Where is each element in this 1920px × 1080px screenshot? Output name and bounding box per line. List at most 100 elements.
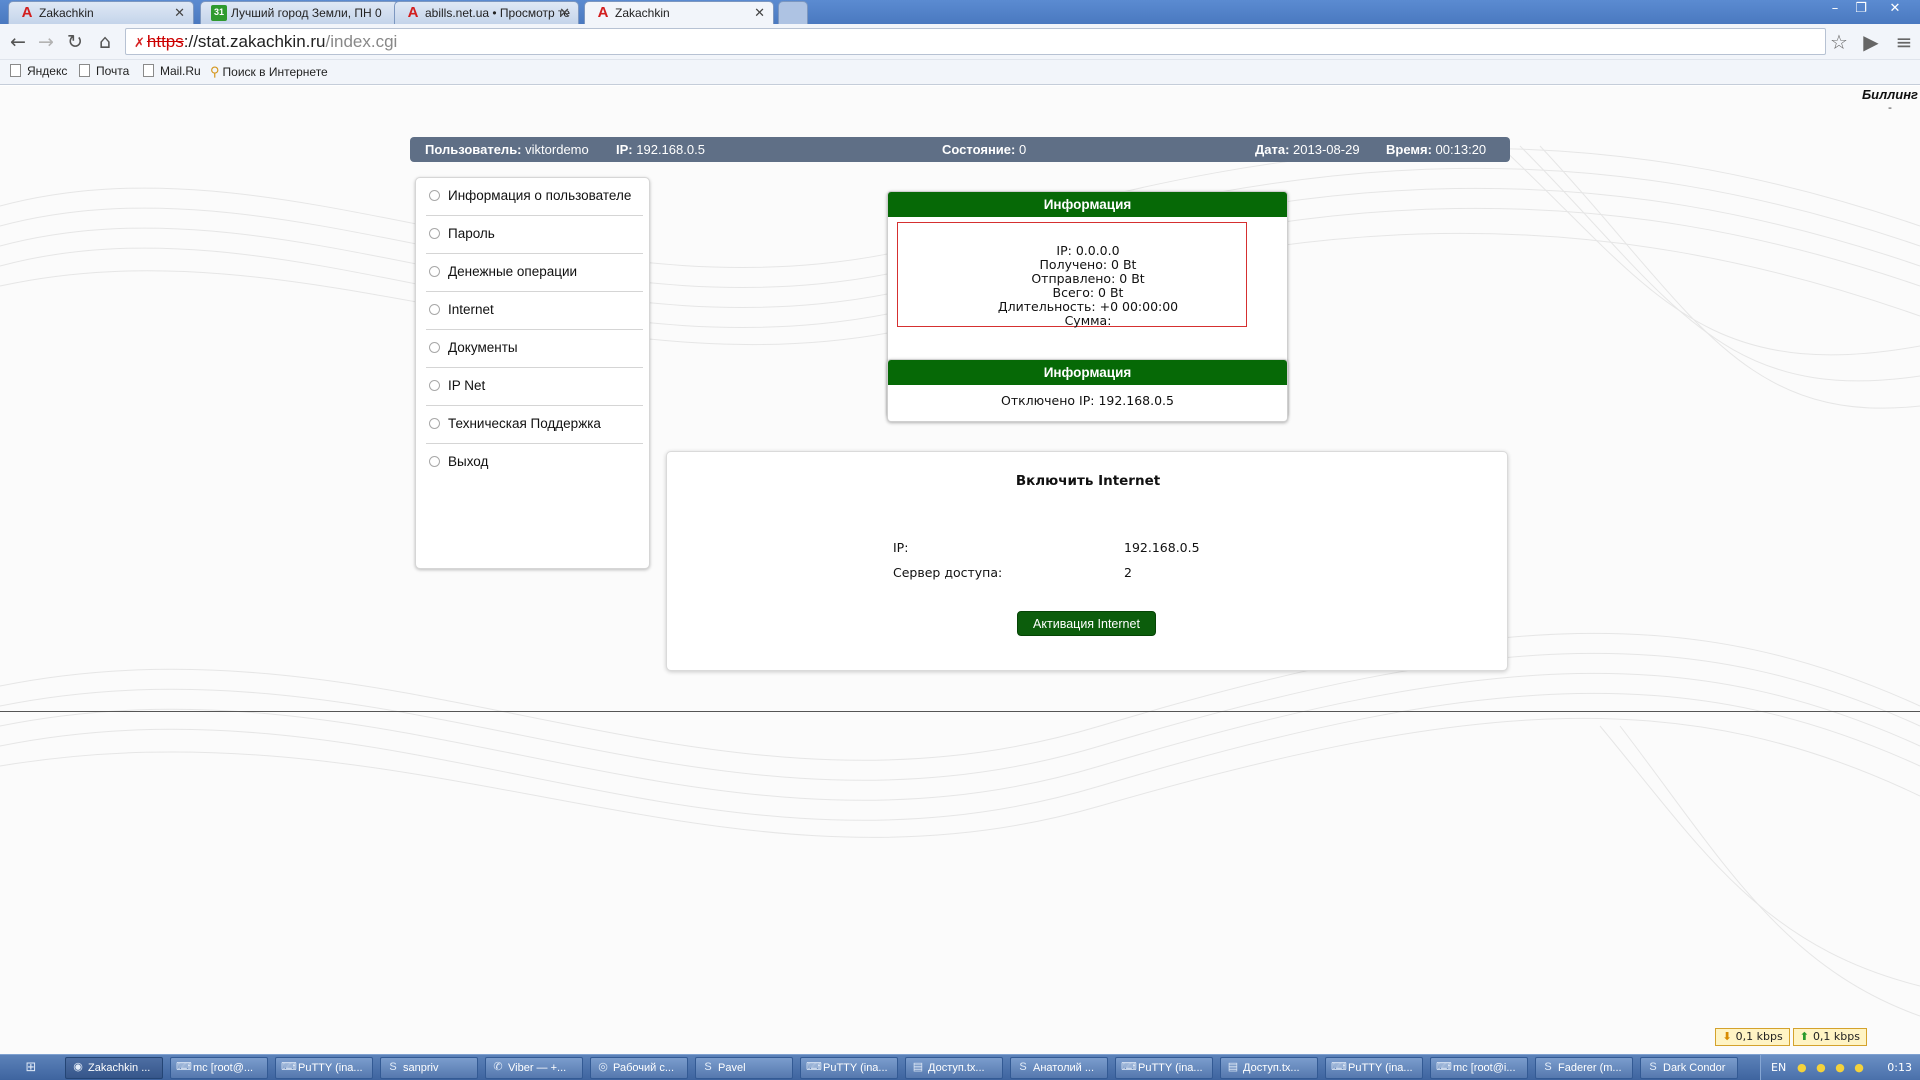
menu-item-documents[interactable]: Документы xyxy=(426,330,643,368)
taskbar-item[interactable]: ⌨ mc [root@i... xyxy=(1430,1057,1528,1079)
close-icon[interactable]: ✕ xyxy=(559,5,570,21)
extension-icon[interactable]: ▶ xyxy=(1860,31,1882,53)
taskbar-item[interactable]: Ssanpriv xyxy=(380,1057,478,1079)
radio-icon xyxy=(429,380,440,391)
abills-logo-icon: A xyxy=(597,4,609,21)
taskbar-item[interactable]: ⌨ mc [root@... xyxy=(170,1057,268,1079)
new-tab-button[interactable] xyxy=(778,1,808,24)
skype-icon: S xyxy=(1019,1061,1027,1073)
browser-toolbar: ← → ↻ ⌂ ✗ https://stat.zakachkin.ru/index… xyxy=(0,24,1920,60)
session-stats: IP: 0.0.0.0 Получено: 0 Bt Отправлено: 0… xyxy=(888,244,1287,328)
tray-icons[interactable]: ● ● ● ● xyxy=(1797,1055,1867,1080)
taskbar-item[interactable]: ▤ Доступ.tx... xyxy=(1220,1057,1318,1079)
taskbar-item[interactable]: ⌨ PuTTY (ina... xyxy=(275,1057,373,1079)
taskbar-item[interactable]: S Faderer (m... xyxy=(1535,1057,1633,1079)
clock[interactable]: 0:13 xyxy=(1887,1055,1912,1080)
home-icon[interactable]: ⌂ xyxy=(93,30,117,54)
putty-icon: ⌨ xyxy=(281,1061,297,1073)
taskbar-item[interactable]: S Анатолий ... xyxy=(1010,1057,1108,1079)
menu-item-user-info[interactable]: Информация о пользователе xyxy=(426,178,643,216)
bookmark-item[interactable]: ⚲ Поиск в Интернете xyxy=(210,64,328,80)
menu-item-ip-net[interactable]: IP Net xyxy=(426,368,643,406)
page-icon xyxy=(10,64,21,77)
language-indicator[interactable]: EN xyxy=(1771,1055,1786,1080)
radio-icon xyxy=(429,418,440,429)
radio-icon xyxy=(429,342,440,353)
tab-title: Zakachkin xyxy=(615,6,670,20)
page-icon xyxy=(143,64,154,77)
tab-title: Лучший город Земли, ПН 0 xyxy=(231,6,382,20)
calendar-icon: 31 xyxy=(211,5,227,21)
upload-speed: ⬆ 0,1 kbps xyxy=(1792,1028,1867,1046)
taskbar-item[interactable]: ⌨ PuTTY (ina... xyxy=(1115,1057,1213,1079)
date-field: Дата: 2013-08-29 xyxy=(1255,142,1360,157)
browser-tab-active[interactable]: A Zakachkin ✕ xyxy=(584,1,774,24)
forward-icon[interactable]: → xyxy=(34,30,58,54)
bookmark-item[interactable]: Mail.Ru xyxy=(143,64,201,78)
menu-item-support[interactable]: Техническая Поддержка xyxy=(426,406,643,444)
bookmark-item[interactable]: Почта xyxy=(79,64,129,78)
minimize-icon[interactable]: – xyxy=(1822,0,1848,18)
stat-duration: Длительность: +0 00:00:00 xyxy=(997,299,1179,314)
back-icon[interactable]: ← xyxy=(6,30,30,54)
download-speed: ⬇ 0,1 kbps xyxy=(1715,1028,1790,1046)
user-field: Пользователь: viktordemo xyxy=(425,142,589,157)
menu-icon[interactable]: ≡ xyxy=(1893,31,1915,53)
activate-internet-button[interactable]: Активация Internet xyxy=(1017,611,1156,636)
browser-tab[interactable]: A abills.net.ua • Просмотр те ✕ xyxy=(394,1,579,24)
taskbar-item[interactable]: ◉ Zakachkin ... xyxy=(65,1057,163,1079)
stat-sent: Отправлено: 0 Bt xyxy=(1031,271,1145,286)
info-box-title: Информация xyxy=(888,192,1287,217)
abills-logo-icon: A xyxy=(407,4,419,21)
menu-item-internet[interactable]: Internet xyxy=(426,292,643,330)
browser-tab[interactable]: 31 Лучший город Земли, ПН 0 xyxy=(200,1,399,24)
notepad-icon: ▤ xyxy=(912,1061,924,1073)
ip-label: IP: xyxy=(893,540,909,555)
skype-icon: S xyxy=(704,1061,712,1073)
bookmark-star-icon[interactable]: ☆ xyxy=(1828,31,1850,53)
menu-item-logout[interactable]: Выход xyxy=(426,444,643,482)
taskbar-item[interactable]: ✆ Viber — +... xyxy=(485,1057,583,1079)
taskbar-item[interactable]: S Pavel xyxy=(695,1057,793,1079)
address-bar[interactable]: ✗ https://stat.zakachkin.ru/index.cgi xyxy=(125,28,1826,55)
access-server-value: 2 xyxy=(1124,565,1132,580)
restore-icon[interactable]: ❐ xyxy=(1848,0,1874,18)
putty-icon: ⌨ xyxy=(1121,1061,1137,1073)
upload-arrow-icon: ⬆ xyxy=(1799,1030,1809,1043)
access-server-label: Сервер доступа: xyxy=(893,565,1003,580)
app-icon: ◎ xyxy=(598,1061,608,1073)
radio-icon xyxy=(429,266,440,277)
taskbar-item[interactable]: ▤ Доступ.tx... xyxy=(905,1057,1003,1079)
taskbar-item[interactable]: ⌨ PuTTY (ina... xyxy=(800,1057,898,1079)
url-path: /index.cgi xyxy=(325,32,398,51)
notepad-icon: ▤ xyxy=(1227,1061,1239,1073)
browser-tab-strip: A Zakachkin ✕ 31 Лучший город Земли, ПН … xyxy=(0,0,1920,24)
system-tray: EN ● ● ● ● 0:13 xyxy=(1760,1055,1920,1080)
abills-logo-icon: A xyxy=(21,4,33,21)
close-icon[interactable]: ✕ xyxy=(174,5,185,21)
radio-icon xyxy=(429,228,440,239)
bookmarks-bar: Яндекс Почта Mail.Ru ⚲ Поиск в Интернете xyxy=(0,60,1920,85)
menu-item-password[interactable]: Пароль xyxy=(426,216,643,254)
radio-icon xyxy=(429,190,440,201)
window-close-icon[interactable]: ✕ xyxy=(1882,0,1908,18)
menu-item-money[interactable]: Денежные операции xyxy=(426,254,643,292)
browser-tab[interactable]: A Zakachkin ✕ xyxy=(8,1,194,24)
skype-icon: S xyxy=(1649,1061,1657,1073)
billing-subtitle: - xyxy=(1888,101,1892,114)
radio-icon xyxy=(429,456,440,467)
state-field: Состояние: 0 xyxy=(942,142,1027,157)
ip-status-text: Отключено IP: 192.168.0.5 xyxy=(1000,393,1174,408)
bookmark-item[interactable]: Яндекс xyxy=(10,64,67,78)
taskbar-item[interactable]: ◎ Рабочий с... xyxy=(590,1057,688,1079)
start-button[interactable]: ⊞ xyxy=(6,1057,56,1079)
close-icon[interactable]: ✕ xyxy=(754,5,765,21)
taskbar-item[interactable]: S Dark Condor xyxy=(1640,1057,1738,1079)
stat-sum: Сумма: xyxy=(1064,313,1112,328)
billing-title: Биллинг xyxy=(1861,87,1918,102)
taskbar-item[interactable]: ⌨ PuTTY (ina... xyxy=(1325,1057,1423,1079)
reload-icon[interactable]: ↻ xyxy=(63,30,87,54)
taskbar: ⊞ ◉ Zakachkin ... ⌨ mc [root@... ⌨ PuTTY (i… xyxy=(0,1054,1920,1080)
tab-title: Zakachkin xyxy=(39,6,94,20)
user-menu: Информация о пользователе Пароль Денежны… xyxy=(415,177,650,569)
